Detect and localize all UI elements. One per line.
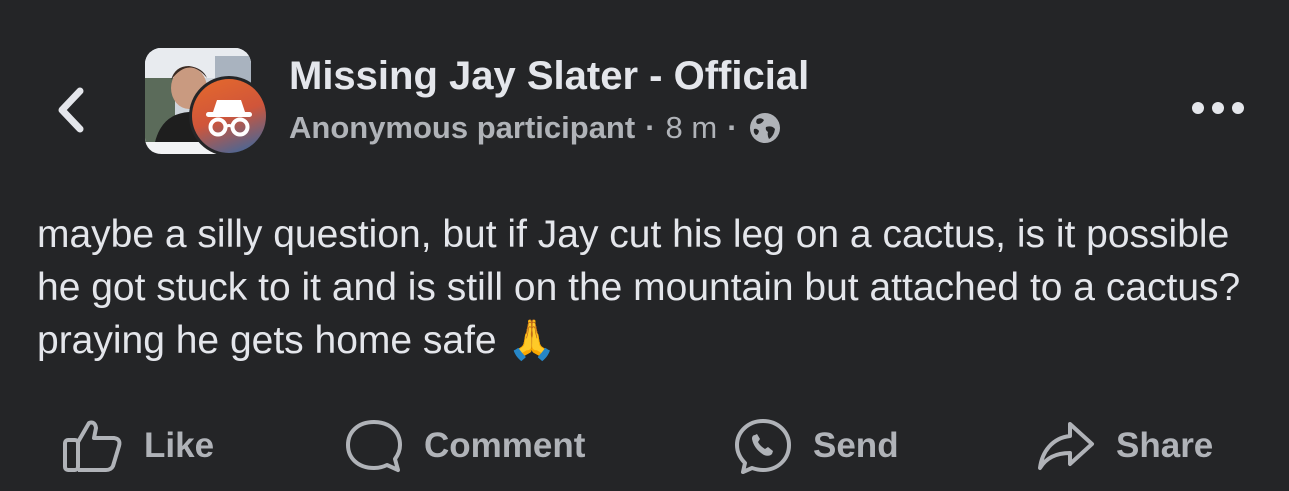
share-icon (1038, 422, 1094, 470)
meta-separator: · (645, 110, 656, 145)
post-meta: Anonymous participant · 8 m · (289, 108, 809, 148)
group-name-link[interactable]: Missing Jay Slater - Official (289, 52, 809, 100)
post-timestamp[interactable]: 8 m (666, 108, 718, 148)
messenger-send-icon (735, 419, 791, 474)
comment-label: Comment (424, 426, 586, 465)
send-button[interactable]: Send (733, 408, 899, 484)
send-label: Send (813, 426, 899, 465)
post-body: maybe a silly question, but if Jay cut h… (37, 208, 1267, 367)
more-options-button[interactable] (1188, 90, 1248, 126)
share-button[interactable]: Share (1036, 408, 1213, 484)
meta-separator-2: · (727, 110, 738, 145)
anonymous-incognito-icon (206, 100, 252, 137)
like-button[interactable]: Like (62, 408, 214, 484)
post-header: Missing Jay Slater - Official Anonymous … (289, 52, 809, 148)
back-button[interactable] (46, 82, 96, 138)
post-card: Missing Jay Slater - Official Anonymous … (0, 0, 1289, 491)
more-horizontal-icon (1192, 102, 1244, 114)
post-text: maybe a silly question, but if Jay cut h… (37, 213, 1241, 362)
chevron-left-icon (58, 87, 84, 133)
like-label: Like (144, 426, 215, 465)
share-label: Share (1116, 426, 1214, 465)
globe-icon (749, 113, 780, 143)
anonymous-badge (189, 76, 269, 156)
author-name[interactable]: Anonymous participant (289, 108, 635, 148)
action-bar: Like Comment Send Share (0, 408, 1289, 484)
comment-icon (346, 420, 402, 472)
thumbs-up-icon (63, 420, 122, 472)
folded-hands-emoji: 🙏 (507, 319, 557, 362)
author-avatar[interactable] (145, 48, 269, 156)
comment-button[interactable]: Comment (344, 408, 585, 484)
